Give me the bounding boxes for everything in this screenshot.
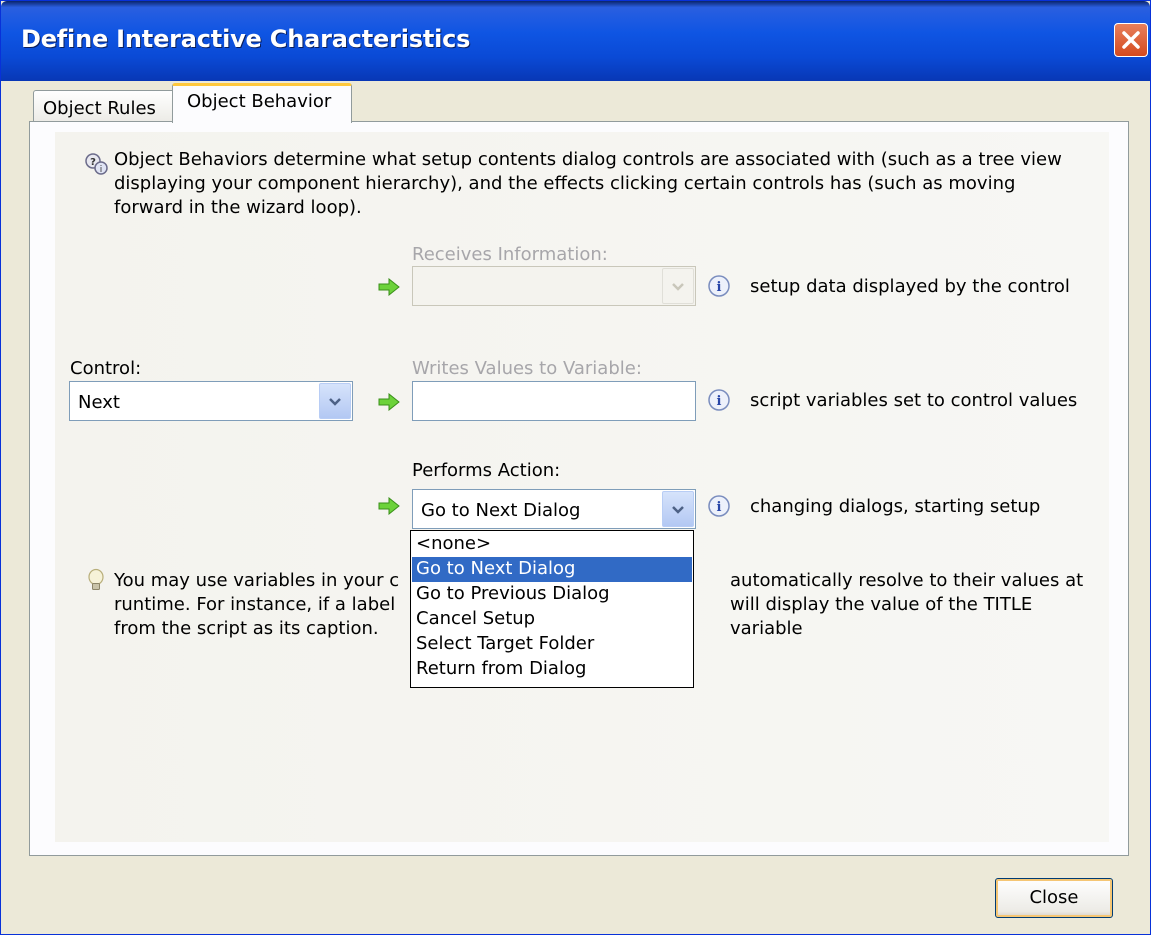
info-icon: i bbox=[708, 495, 730, 517]
tab-object-behavior[interactable]: Object Behavior bbox=[172, 83, 352, 123]
dropdown-option-select-target-folder[interactable]: Select Target Folder bbox=[412, 632, 692, 657]
performs-action-combo[interactable]: Go to Next Dialog bbox=[412, 489, 696, 529]
dropdown-option-return-from-dialog[interactable]: Return from Dialog bbox=[412, 657, 692, 682]
help-icon: ? i bbox=[85, 153, 108, 175]
chevron-down-icon bbox=[672, 506, 684, 514]
svg-text:i: i bbox=[100, 165, 103, 175]
performs-action-value: Go to Next Dialog bbox=[421, 500, 581, 521]
close-button[interactable]: Close bbox=[995, 878, 1113, 918]
performs-action-dropdown-list[interactable]: <none> Go to Next Dialog Go to Previous … bbox=[410, 530, 694, 688]
performs-action-hint: changing dialogs, starting setup bbox=[750, 496, 1041, 517]
receives-information-hint: setup data displayed by the control bbox=[750, 276, 1070, 297]
performs-dropdown-button[interactable] bbox=[662, 491, 694, 527]
green-arrow-icon bbox=[378, 393, 400, 411]
title-bar[interactable]: Define Interactive Characteristics bbox=[1, 1, 1150, 81]
tip-text-line: automatically resolve to their values at bbox=[730, 570, 1084, 591]
info-icon: i bbox=[708, 275, 730, 297]
tip-text-line: from the script as its caption. bbox=[114, 618, 379, 639]
lightbulb-icon bbox=[88, 568, 104, 590]
writes-values-input[interactable] bbox=[412, 381, 696, 421]
intro-text-line: displaying your component hierarchy), an… bbox=[114, 173, 1016, 194]
svg-text:i: i bbox=[717, 280, 722, 295]
tip-text-line: will display the value of the TITLE vari… bbox=[730, 594, 1033, 639]
tab-panel: ? i Object Behaviors determine what setu… bbox=[29, 121, 1129, 856]
receives-dropdown-button bbox=[662, 268, 694, 304]
close-icon bbox=[1122, 31, 1140, 49]
green-arrow-icon bbox=[378, 278, 400, 296]
dropdown-option-previous-dialog[interactable]: Go to Previous Dialog bbox=[412, 582, 692, 607]
intro-text-line: forward in the wizard loop). bbox=[114, 197, 362, 218]
control-value: Next bbox=[78, 392, 120, 413]
tab-strip: Object Rules Object Behavior bbox=[29, 81, 1129, 123]
tab-object-rules[interactable]: Object Rules bbox=[33, 90, 176, 122]
performs-action-label: Performs Action: bbox=[412, 460, 561, 481]
dropdown-option-none[interactable]: <none> bbox=[412, 532, 692, 557]
writes-values-hint: script variables set to control values bbox=[750, 390, 1078, 411]
chevron-down-icon bbox=[672, 283, 684, 291]
dropdown-option-cancel-setup[interactable]: Cancel Setup bbox=[412, 607, 692, 632]
tab-label: Object Behavior bbox=[187, 91, 332, 112]
info-icon: i bbox=[708, 389, 730, 411]
control-label: Control: bbox=[70, 358, 142, 379]
panel-content: ? i Object Behaviors determine what setu… bbox=[55, 132, 1109, 842]
receives-information-combo bbox=[412, 266, 696, 306]
tab-label: Object Rules bbox=[43, 98, 156, 119]
window-title: Define Interactive Characteristics bbox=[21, 25, 471, 53]
tip-text-line: You may use variables in your c bbox=[114, 570, 400, 591]
dialog-window: Define Interactive Characteristics Objec… bbox=[0, 0, 1151, 935]
control-dropdown-button[interactable] bbox=[319, 383, 351, 419]
receives-information-label: Receives Information: bbox=[412, 244, 608, 265]
dropdown-option-next-dialog[interactable]: Go to Next Dialog bbox=[412, 557, 692, 582]
control-combo[interactable]: Next bbox=[69, 381, 353, 421]
svg-text:i: i bbox=[717, 394, 722, 409]
tip-text-line: runtime. For instance, if a label bbox=[114, 594, 396, 615]
chevron-down-icon bbox=[329, 398, 341, 406]
close-window-button[interactable] bbox=[1114, 23, 1148, 57]
writes-values-label: Writes Values to Variable: bbox=[412, 358, 642, 379]
intro-text-line: Object Behaviors determine what setup co… bbox=[114, 149, 1062, 170]
svg-text:i: i bbox=[717, 500, 722, 515]
green-arrow-icon bbox=[378, 497, 400, 515]
